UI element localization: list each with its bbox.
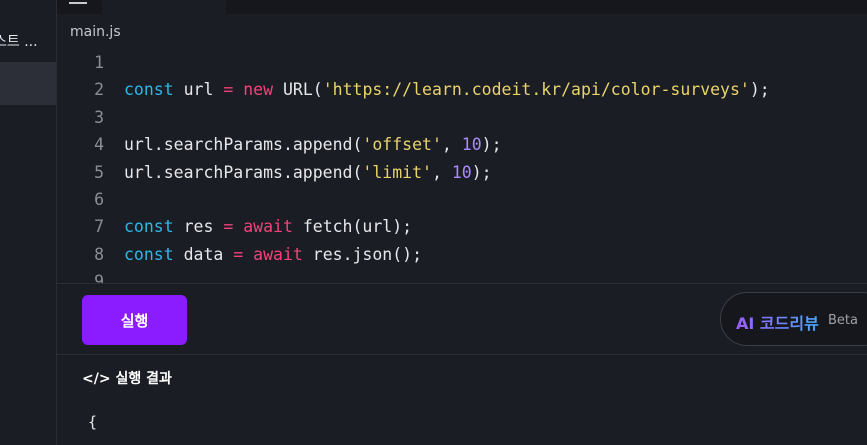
code-token: fetch(url); [292, 217, 413, 237]
code-text: const data = await res.json(); [124, 241, 422, 268]
code-text: url.searchParams.append('offset', 10); [124, 131, 502, 158]
code-token: const [124, 244, 174, 264]
code-token: , [431, 162, 452, 182]
code-line: 8 const data = await res.json(); [57, 241, 867, 268]
sidebar-item-label[interactable]: 스트 ... [0, 31, 38, 51]
line-number: 5 [94, 162, 104, 182]
tab-main-js[interactable] [102, 0, 226, 14]
code-token: 'limit' [362, 162, 432, 182]
beta-badge: Beta [828, 313, 858, 328]
result-output: { [88, 413, 98, 431]
code-token: url [173, 80, 224, 100]
code-line: 9 [57, 268, 867, 284]
code-token: ); [471, 162, 492, 182]
code-token: = [223, 217, 234, 237]
line-number: 3 [94, 107, 104, 127]
line-number: 9 [94, 272, 104, 284]
code-token: await [243, 217, 293, 237]
code-token: url.searchParams.append( [124, 135, 363, 155]
code-text: url.searchParams.append('limit', 10); [124, 159, 492, 186]
code-editor[interactable]: 1 2 const url = new URL('https://learn.cod… [57, 48, 867, 284]
code-token: 'https://learn.codeit.kr/api/color-surve… [322, 80, 750, 100]
code-token: data [173, 244, 234, 264]
code-token: await [253, 244, 303, 264]
code-token: 10 [451, 162, 472, 182]
code-token: const [124, 80, 174, 100]
code-token: ); [481, 135, 502, 155]
code-token: res [173, 217, 224, 237]
line-number: 1 [94, 53, 104, 72]
code-text: const url = new URL('https://learn.codei… [124, 76, 770, 103]
sidebar: 스트 ... [0, 0, 57, 445]
code-playground: 스트 ... main.js 1 2 const url = new URL('ht… [0, 0, 867, 445]
result-divider [57, 354, 867, 355]
code-token: , [441, 135, 462, 155]
line-number: 6 [94, 190, 104, 209]
code-line: 7 const res = await fetch(url); [57, 213, 867, 240]
line-number: 2 [94, 80, 104, 100]
line-number: 8 [94, 244, 104, 264]
code-line: 2 const url = new URL('https://learn.code… [57, 76, 867, 103]
line-number: 4 [94, 135, 104, 155]
editor-filename: main.js [70, 24, 121, 40]
code-token: res.json(); [302, 244, 423, 264]
code-line: 3 [57, 104, 867, 131]
code-token: const [124, 217, 174, 237]
code-token: = [223, 80, 234, 100]
tab-strip [57, 0, 867, 14]
code-token: new [243, 80, 274, 100]
code-token: = [233, 244, 244, 264]
code-token: 10 [461, 135, 482, 155]
menu-icon[interactable] [69, 0, 87, 4]
code-token: URL( [273, 80, 323, 100]
code-token: url.searchParams.append( [124, 162, 363, 182]
code-line: 1 [57, 49, 867, 76]
ai-code-review-button[interactable]: AI 코드리뷰 Beta [720, 292, 867, 346]
code-line: 4 url.searchParams.append('offset', 10); [57, 131, 867, 158]
sidebar-item-active[interactable] [0, 62, 56, 105]
run-button[interactable]: 실행 [82, 295, 187, 345]
editor-divider [57, 283, 867, 284]
code-token: ); [749, 80, 770, 100]
code-line: 5 url.searchParams.append('limit', 10); [57, 159, 867, 186]
result-title: </> 실행 결과 [82, 371, 172, 387]
code-line: 6 [57, 186, 867, 213]
ai-review-label: AI 코드리뷰 [736, 310, 819, 334]
code-token: 'offset' [362, 135, 442, 155]
line-number: 7 [94, 217, 104, 237]
code-text: const res = await fetch(url); [124, 213, 412, 240]
